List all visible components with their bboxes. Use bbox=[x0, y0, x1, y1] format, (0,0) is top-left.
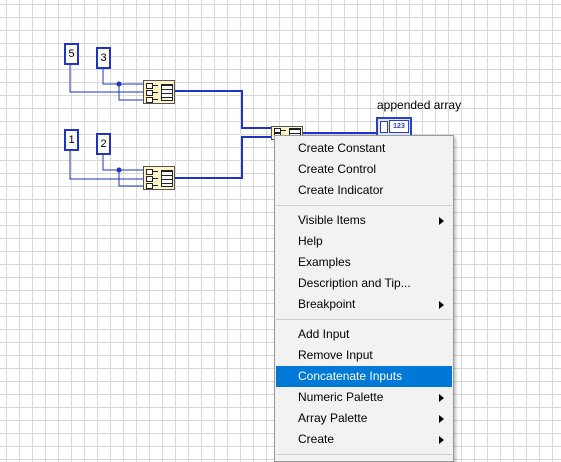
menu-item-breakpoint[interactable]: Breakpoint bbox=[275, 294, 453, 315]
menu-item-label: Create Control bbox=[298, 162, 377, 176]
numeric-badge: 123 bbox=[389, 120, 409, 133]
menu-item-label: Remove Input bbox=[298, 348, 373, 362]
menu-item-visible-items[interactable]: Visible Items bbox=[275, 210, 453, 231]
submenu-arrow-icon bbox=[439, 394, 444, 402]
menu-item-label: Create bbox=[298, 432, 335, 446]
menu-item-label: Breakpoint bbox=[298, 297, 356, 311]
menu-item-add-input[interactable]: Add Input bbox=[275, 324, 453, 345]
context-menu: Create Constant Create Control Create Indi… bbox=[274, 135, 454, 462]
constant-5[interactable]: 5 bbox=[64, 43, 79, 65]
menu-item-label: Description and Tip... bbox=[298, 276, 411, 290]
menu-item-concatenate-inputs[interactable]: Concatenate Inputs bbox=[276, 366, 452, 387]
submenu-arrow-icon bbox=[439, 301, 444, 309]
appended-array-indicator[interactable]: 123 bbox=[376, 117, 412, 137]
menu-item-label: Array Palette bbox=[298, 411, 368, 425]
menu-item-create-constant[interactable]: Create Constant bbox=[275, 138, 453, 159]
menu-separator bbox=[276, 319, 452, 320]
menu-item-label: Create Constant bbox=[298, 141, 386, 155]
build-array-icon bbox=[146, 169, 159, 190]
constant-2[interactable]: 2 bbox=[96, 133, 111, 155]
constant-1[interactable]: 1 bbox=[64, 129, 79, 151]
menu-separator bbox=[276, 454, 452, 455]
menu-item-label: Concatenate Inputs bbox=[298, 369, 403, 383]
build-array-node-bottom[interactable] bbox=[143, 166, 175, 190]
menu-item-create-indicator[interactable]: Create Indicator bbox=[275, 180, 453, 201]
build-array-node-top[interactable] bbox=[143, 80, 175, 104]
menu-item-description-and-tip[interactable]: Description and Tip... bbox=[275, 273, 453, 294]
menu-item-label: Help bbox=[298, 234, 323, 248]
build-array-icon bbox=[146, 83, 159, 104]
menu-separator bbox=[276, 205, 452, 206]
constant-3[interactable]: 3 bbox=[96, 47, 111, 69]
menu-item-label: Create Indicator bbox=[298, 183, 384, 197]
menu-item-create-control[interactable]: Create Control bbox=[275, 159, 453, 180]
array-bracket-icon bbox=[380, 121, 388, 133]
menu-item-array-palette[interactable]: Array Palette bbox=[275, 408, 453, 429]
menu-item-examples[interactable]: Examples bbox=[275, 252, 453, 273]
submenu-arrow-icon bbox=[439, 217, 444, 225]
indicator-label: appended array bbox=[377, 98, 462, 112]
menu-item-create[interactable]: Create bbox=[275, 429, 453, 450]
menu-item-label: Add Input bbox=[298, 327, 350, 341]
menu-item-numeric-palette[interactable]: Numeric Palette bbox=[275, 387, 453, 408]
submenu-arrow-icon bbox=[439, 415, 444, 423]
menu-item-label: Numeric Palette bbox=[298, 390, 384, 404]
menu-item-label: Examples bbox=[298, 255, 351, 269]
menu-item-help[interactable]: Help bbox=[275, 231, 453, 252]
submenu-arrow-icon bbox=[439, 436, 444, 444]
menu-item-label: Visible Items bbox=[298, 213, 366, 227]
menu-item-remove-input[interactable]: Remove Input bbox=[275, 345, 453, 366]
